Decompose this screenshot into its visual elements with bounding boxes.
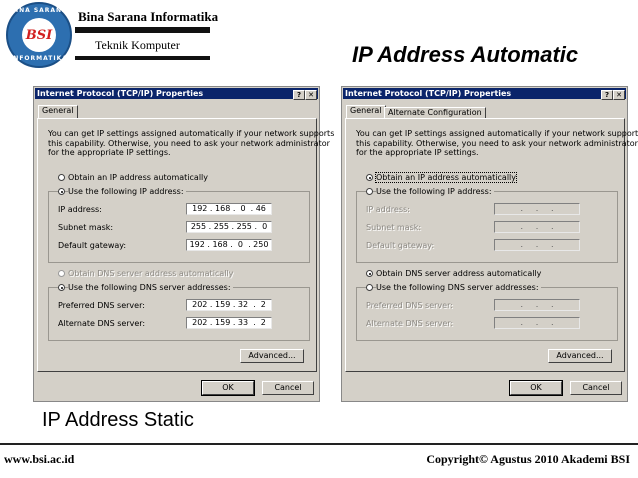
default-gateway-field[interactable]: . . . — [494, 239, 580, 251]
ip-address-field[interactable]: . . . — [494, 203, 580, 215]
department-subtitle: Teknik Komputer — [95, 38, 180, 52]
radio-auto-ip-label[interactable]: Obtain an IP address automatically — [68, 173, 208, 182]
general-panel: You can get IP settings assigned automat… — [37, 118, 334, 372]
advanced-button[interactable]: Advanced... — [240, 349, 304, 363]
bsi-logo: BINA SARANA BSI INFORMATIKA — [6, 2, 72, 68]
dns-groupbox — [356, 287, 618, 341]
radio-manual-ip[interactable] — [366, 188, 373, 195]
alternate-dns-label: Alternate DNS server: — [58, 319, 146, 328]
logo-ring-top-text: BINA SARANA — [10, 7, 68, 14]
default-gateway-field[interactable]: 192 . 168 . 0 . 250 — [186, 239, 272, 251]
radio-manual-ip-label[interactable]: Use the following IP address: — [68, 187, 186, 196]
dialog-title: Internet Protocol (TCP/IP) Properties — [37, 89, 204, 98]
tab-alternate-configuration[interactable]: Alternate Configuration — [384, 107, 486, 118]
help-button[interactable]: ? — [601, 90, 613, 100]
radio-manual-dns-label[interactable]: Use the following DNS server addresses: — [68, 283, 233, 292]
radio-manual-dns[interactable] — [58, 284, 65, 291]
radio-manual-ip[interactable] — [58, 188, 65, 195]
radio-auto-dns[interactable] — [58, 270, 65, 277]
preferred-dns-label: Preferred DNS server: — [58, 301, 145, 310]
preferred-dns-label: Preferred DNS server: — [366, 301, 453, 310]
default-gateway-label: Default gateway: — [58, 241, 127, 250]
radio-manual-dns-label[interactable]: Use the following DNS server addresses: — [376, 283, 541, 292]
help-button[interactable]: ? — [293, 90, 305, 100]
radio-manual-dns[interactable] — [366, 284, 373, 291]
ok-button[interactable]: OK — [201, 380, 255, 396]
tab-general[interactable]: General — [38, 105, 78, 118]
footer-divider — [0, 443, 638, 445]
preferred-dns-field[interactable]: 202 . 159 . 32 . 2 — [186, 299, 272, 311]
cancel-button[interactable]: Cancel — [262, 381, 314, 395]
close-button[interactable]: ✕ — [613, 90, 625, 100]
dialog-titlebar[interactable]: Internet Protocol (TCP/IP) Properties ? … — [35, 88, 318, 100]
dialog-titlebar[interactable]: Internet Protocol (TCP/IP) Properties ? … — [343, 88, 626, 100]
radio-auto-dns-label[interactable]: Obtain DNS server address automatically — [68, 269, 233, 278]
dialog-title: Internet Protocol (TCP/IP) Properties — [345, 89, 512, 98]
alternate-dns-field[interactable]: . . . — [494, 317, 580, 329]
slide-title-static: IP Address Static — [42, 409, 194, 431]
logo-bsi-text: BSI — [25, 28, 53, 43]
tcpip-dialog-automatic: Internet Protocol (TCP/IP) Properties ? … — [341, 86, 638, 402]
logo-ring-bottom-text: INFORMATIKA — [10, 55, 68, 62]
description-text: You can get IP settings assigned automat… — [48, 129, 335, 157]
general-panel: You can get IP settings assigned automat… — [345, 118, 638, 372]
description-text: You can get IP settings assigned automat… — [356, 129, 638, 157]
tcpip-dialog-static: Internet Protocol (TCP/IP) Properties ? … — [33, 86, 334, 402]
radio-manual-ip-label[interactable]: Use the following IP address: — [376, 187, 494, 196]
ip-address-field[interactable]: 192 . 168 . 0 . 46 — [186, 203, 272, 215]
header-divider-top — [75, 27, 210, 33]
tab-general[interactable]: General — [346, 105, 386, 118]
radio-auto-ip[interactable] — [366, 174, 373, 181]
alternate-dns-label: Alternate DNS server: — [366, 319, 454, 328]
close-button[interactable]: ✕ — [305, 90, 317, 100]
alternate-dns-field[interactable]: 202 . 159 . 33 . 2 — [186, 317, 272, 329]
ok-button[interactable]: OK — [509, 380, 563, 396]
dns-groupbox — [48, 287, 310, 341]
org-name: Bina Sarana Informatika — [78, 9, 219, 24]
subnet-mask-label: Subnet mask: — [366, 223, 422, 232]
subnet-mask-field[interactable]: 255 . 255 . 255 . 0 — [186, 221, 272, 233]
footer-copyright: Copyright© Agustus 2010 Akademi BSI — [426, 452, 630, 466]
radio-auto-ip[interactable] — [58, 174, 65, 181]
ip-address-label: IP address: — [58, 205, 102, 214]
slide-title-automatic: IP Address Automatic — [352, 42, 579, 67]
subnet-mask-field[interactable]: . . . — [494, 221, 580, 233]
default-gateway-label: Default gateway: — [366, 241, 435, 250]
preferred-dns-field[interactable]: . . . — [494, 299, 580, 311]
cancel-button[interactable]: Cancel — [570, 381, 622, 395]
footer-website: www.bsi.ac.id — [4, 452, 75, 466]
ip-address-label: IP address: — [366, 205, 410, 214]
subnet-mask-label: Subnet mask: — [58, 223, 114, 232]
radio-auto-ip-label[interactable]: Obtain an IP address automatically — [374, 172, 518, 183]
advanced-button[interactable]: Advanced... — [548, 349, 612, 363]
radio-auto-dns[interactable] — [366, 270, 373, 277]
header-divider-bottom — [75, 56, 210, 60]
radio-auto-dns-label[interactable]: Obtain DNS server address automatically — [376, 269, 541, 278]
